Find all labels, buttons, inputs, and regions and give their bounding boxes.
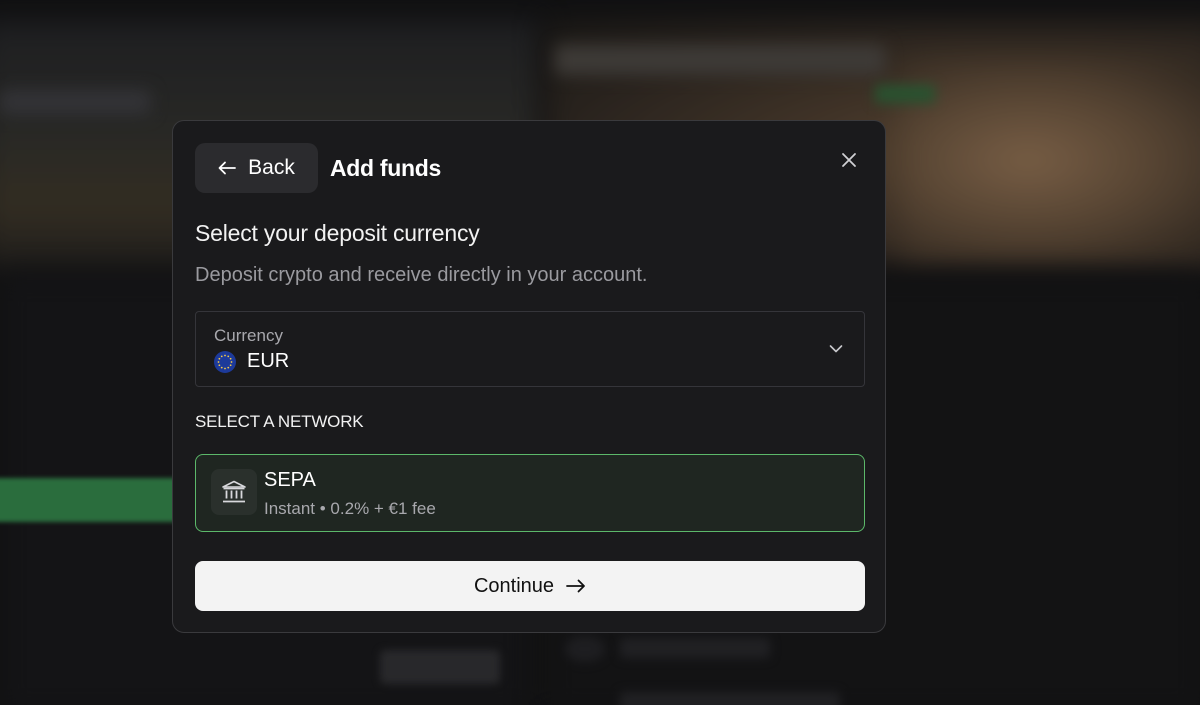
modal-title: Add funds	[330, 155, 441, 181]
currency-selected-value: EUR	[247, 350, 290, 372]
network-details: Instant • 0.2% + €1 fee	[264, 499, 436, 518]
network-option-sepa[interactable]: SEPA Instant • 0.2% + €1 fee	[195, 454, 865, 532]
bank-icon	[222, 480, 246, 503]
network-name: SEPA	[264, 469, 316, 491]
continue-button-label: Continue	[473, 574, 555, 597]
back-button[interactable]: Back	[195, 143, 318, 193]
add-funds-modal: Back Add funds Select your deposit curre…	[172, 120, 886, 633]
arrow-right-icon	[566, 579, 585, 593]
continue-button[interactable]: Continue	[195, 561, 865, 611]
eu-flag-icon	[214, 351, 236, 373]
close-icon[interactable]	[838, 149, 860, 171]
arrow-left-icon	[218, 161, 237, 175]
currency-field-label: Currency	[214, 326, 283, 345]
deposit-currency-heading: Select your deposit currency	[195, 220, 480, 246]
chevron-down-icon	[829, 345, 843, 353]
network-section-heading: SELECT A NETWORK	[195, 412, 364, 431]
currency-select[interactable]: Currency EUR	[195, 311, 865, 387]
back-button-label: Back	[248, 156, 295, 179]
network-icon-container	[211, 469, 257, 515]
deposit-currency-description: Deposit crypto and receive directly in y…	[195, 264, 648, 286]
